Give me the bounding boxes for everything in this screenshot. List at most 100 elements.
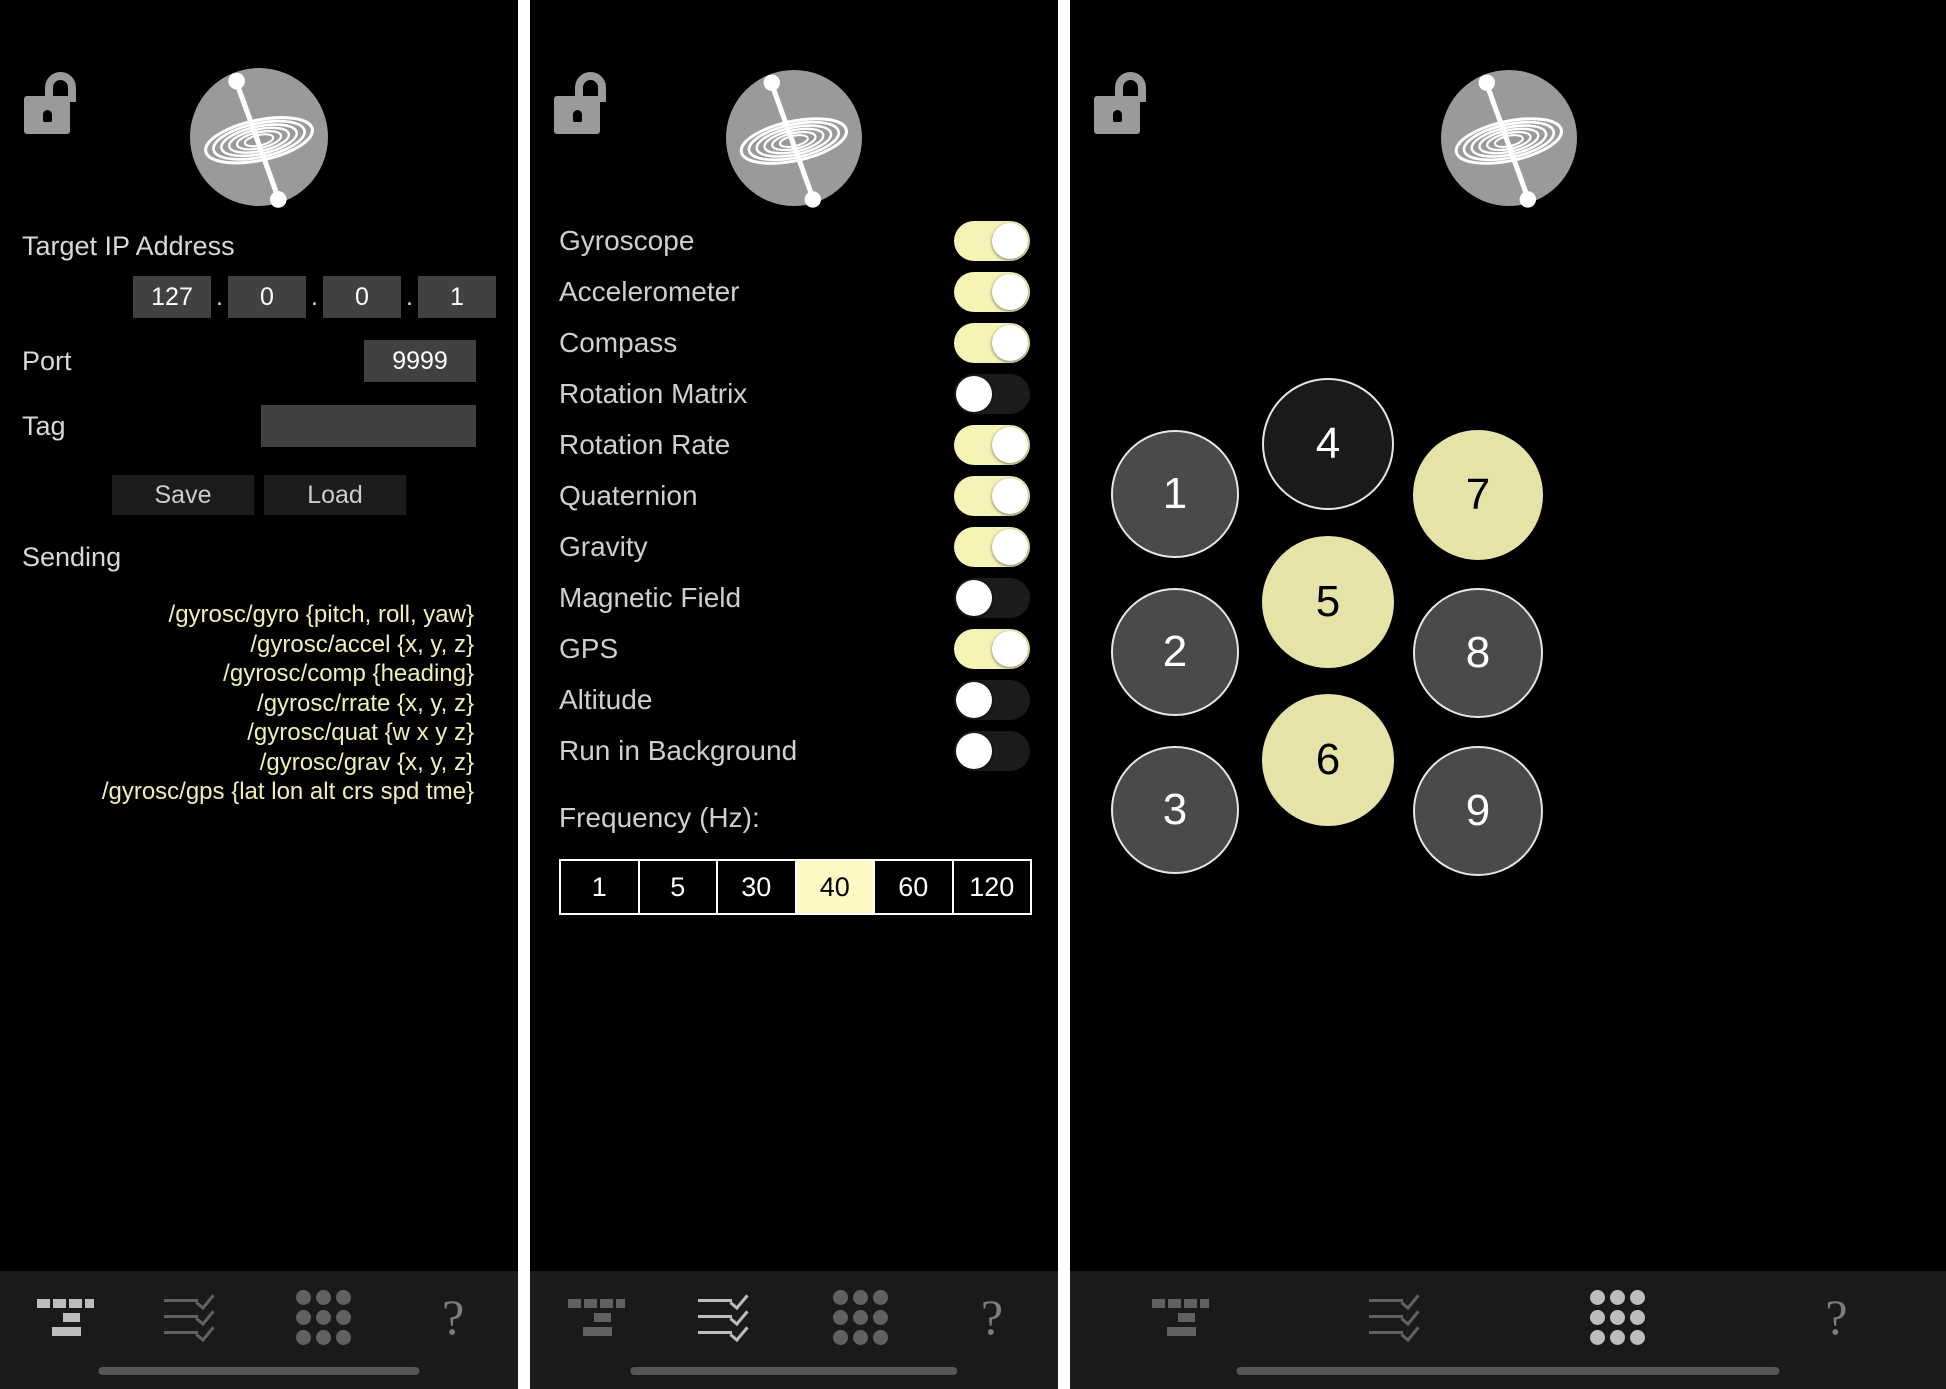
sensor-toggle[interactable] bbox=[954, 577, 1030, 618]
sensor-toggle[interactable] bbox=[954, 424, 1030, 465]
port-label: Port bbox=[22, 345, 72, 376]
toggle-knob bbox=[956, 579, 992, 616]
pad-button-8[interactable]: 8 bbox=[1413, 588, 1543, 718]
screen-pad: 1 2 3 4 5 6 7 8 9 ? bbox=[1070, 0, 1946, 1389]
sensor-row-quaternion[interactable]: Quaternion bbox=[559, 470, 1030, 521]
sensor-label: Quaternion bbox=[559, 479, 698, 511]
sensor-label: Gyroscope bbox=[559, 224, 695, 256]
sensor-toggle[interactable] bbox=[954, 730, 1030, 771]
port-row: Port 9999 bbox=[22, 340, 496, 382]
sensor-toggle[interactable] bbox=[954, 679, 1030, 720]
unlock-icon[interactable] bbox=[554, 72, 610, 134]
checklist-icon bbox=[1368, 1289, 1429, 1343]
frequency-option-5[interactable]: 5 bbox=[639, 861, 718, 913]
tag-input[interactable] bbox=[261, 405, 476, 447]
bottom-navigation: ? bbox=[530, 1271, 1058, 1389]
pad-button-5[interactable]: 5 bbox=[1262, 536, 1394, 668]
osc-message: /gyrosc/quat {w x y z} bbox=[247, 719, 474, 746]
nav-tab-help[interactable]: ? bbox=[389, 1271, 519, 1363]
pad-button-1[interactable]: 1 bbox=[1111, 430, 1239, 558]
checklist-icon bbox=[164, 1289, 224, 1343]
ip-octet-1[interactable]: 127 bbox=[133, 276, 211, 318]
port-input[interactable]: 9999 bbox=[364, 340, 476, 382]
sensor-toggle[interactable] bbox=[954, 271, 1030, 312]
sensor-row-accelerometer[interactable]: Accelerometer bbox=[559, 266, 1030, 317]
nav-tab-config[interactable] bbox=[530, 1271, 662, 1363]
nav-tab-sensors[interactable] bbox=[662, 1271, 794, 1363]
toggle-knob bbox=[956, 375, 992, 412]
toggle-knob bbox=[992, 477, 1028, 514]
nav-tab-pad[interactable] bbox=[1508, 1271, 1727, 1363]
save-load-row: Save Load bbox=[22, 475, 496, 515]
frequency-option-120[interactable]: 120 bbox=[953, 861, 1030, 913]
sensor-row-gravity[interactable]: Gravity bbox=[559, 521, 1030, 572]
nav-tab-pad[interactable] bbox=[794, 1271, 926, 1363]
nav-tab-pad[interactable] bbox=[259, 1271, 389, 1363]
sensor-toggle[interactable] bbox=[954, 373, 1030, 414]
sliders-icon bbox=[566, 1291, 626, 1343]
pad-button-6[interactable]: 6 bbox=[1262, 694, 1394, 826]
sensor-row-rotation-rate[interactable]: Rotation Rate bbox=[559, 419, 1030, 470]
sensor-row-altitude[interactable]: Altitude bbox=[559, 674, 1030, 725]
nav-tab-help[interactable]: ? bbox=[926, 1271, 1058, 1363]
nav-tab-config[interactable] bbox=[0, 1271, 130, 1363]
three-screenshot-strip: Target IP Address 127 . 0 . 0 . 1 Port 9… bbox=[0, 0, 1946, 1389]
osc-message-list: /gyrosc/gyro {pitch, roll, yaw} /gyrosc/… bbox=[22, 600, 496, 807]
sensor-row-run-in-background[interactable]: Run in Background bbox=[559, 725, 1030, 776]
nav-tab-sensors[interactable] bbox=[130, 1271, 260, 1363]
sensor-label: Rotation Matrix bbox=[559, 377, 748, 409]
frequency-option-40[interactable]: 40 bbox=[796, 861, 875, 913]
pad-button-2[interactable]: 2 bbox=[1111, 588, 1239, 716]
osc-message: /gyrosc/accel {x, y, z} bbox=[250, 630, 474, 658]
home-indicator bbox=[630, 1367, 958, 1375]
toggle-knob bbox=[992, 273, 1028, 310]
ip-octet-4[interactable]: 1 bbox=[418, 276, 496, 318]
frequency-option-30[interactable]: 30 bbox=[718, 861, 797, 913]
checklist-icon bbox=[698, 1289, 758, 1343]
gyroscope-logo bbox=[726, 70, 862, 208]
home-indicator bbox=[98, 1367, 420, 1375]
sensor-label: Altitude bbox=[559, 683, 653, 715]
question-mark-icon: ? bbox=[1825, 1289, 1848, 1345]
sensor-toggle[interactable] bbox=[954, 526, 1030, 567]
sensor-toggle[interactable] bbox=[954, 628, 1030, 669]
osc-message: /gyrosc/grav {x, y, z} bbox=[259, 748, 474, 776]
ip-octet-2[interactable]: 0 bbox=[228, 276, 306, 318]
ip-separator-3: . bbox=[406, 282, 413, 311]
nav-tab-sensors[interactable] bbox=[1289, 1271, 1508, 1363]
nav-tab-config[interactable] bbox=[1070, 1271, 1289, 1363]
screen-sensors: Gyroscope Accelerometer Compass Rotation… bbox=[530, 0, 1058, 1389]
sensor-row-rotation-matrix[interactable]: Rotation Matrix bbox=[559, 368, 1030, 419]
frequency-option-60[interactable]: 60 bbox=[875, 861, 954, 913]
sensor-toggle[interactable] bbox=[954, 220, 1030, 261]
sensor-label: Gravity bbox=[559, 530, 648, 562]
config-topbar bbox=[0, 0, 518, 215]
dot-grid-icon bbox=[832, 1289, 888, 1345]
screen-divider bbox=[1058, 0, 1070, 1389]
sensor-toggle[interactable] bbox=[954, 475, 1030, 516]
sensor-row-gps[interactable]: GPS bbox=[559, 623, 1030, 674]
sensor-row-gyroscope[interactable]: Gyroscope bbox=[559, 215, 1030, 266]
frequency-option-1[interactable]: 1 bbox=[561, 861, 640, 913]
home-indicator bbox=[1236, 1367, 1780, 1375]
sensor-row-compass[interactable]: Compass bbox=[559, 317, 1030, 368]
question-mark-icon: ? bbox=[980, 1289, 1004, 1345]
pad-button-4[interactable]: 4 bbox=[1262, 378, 1394, 510]
pad-topbar bbox=[1070, 0, 1946, 215]
save-button[interactable]: Save bbox=[112, 475, 254, 515]
ip-octet-3[interactable]: 0 bbox=[323, 276, 401, 318]
pad-button-3[interactable]: 3 bbox=[1111, 746, 1239, 874]
sensor-row-magnetic-field[interactable]: Magnetic Field bbox=[559, 572, 1030, 623]
unlock-icon[interactable] bbox=[1094, 72, 1150, 134]
unlock-icon[interactable] bbox=[24, 72, 80, 134]
sensor-toggle[interactable] bbox=[954, 322, 1030, 363]
screen-config: Target IP Address 127 . 0 . 0 . 1 Port 9… bbox=[0, 0, 518, 1389]
ip-separator-1: . bbox=[216, 282, 223, 311]
pad-button-7[interactable]: 7 bbox=[1413, 430, 1543, 560]
sensor-label: GPS bbox=[559, 632, 619, 664]
sensor-toggle-list: Gyroscope Accelerometer Compass Rotation… bbox=[530, 215, 1058, 1271]
pad-button-9[interactable]: 9 bbox=[1413, 746, 1543, 876]
sliders-icon bbox=[35, 1291, 95, 1343]
load-button[interactable]: Load bbox=[264, 475, 406, 515]
nav-tab-help[interactable]: ? bbox=[1727, 1271, 1946, 1363]
